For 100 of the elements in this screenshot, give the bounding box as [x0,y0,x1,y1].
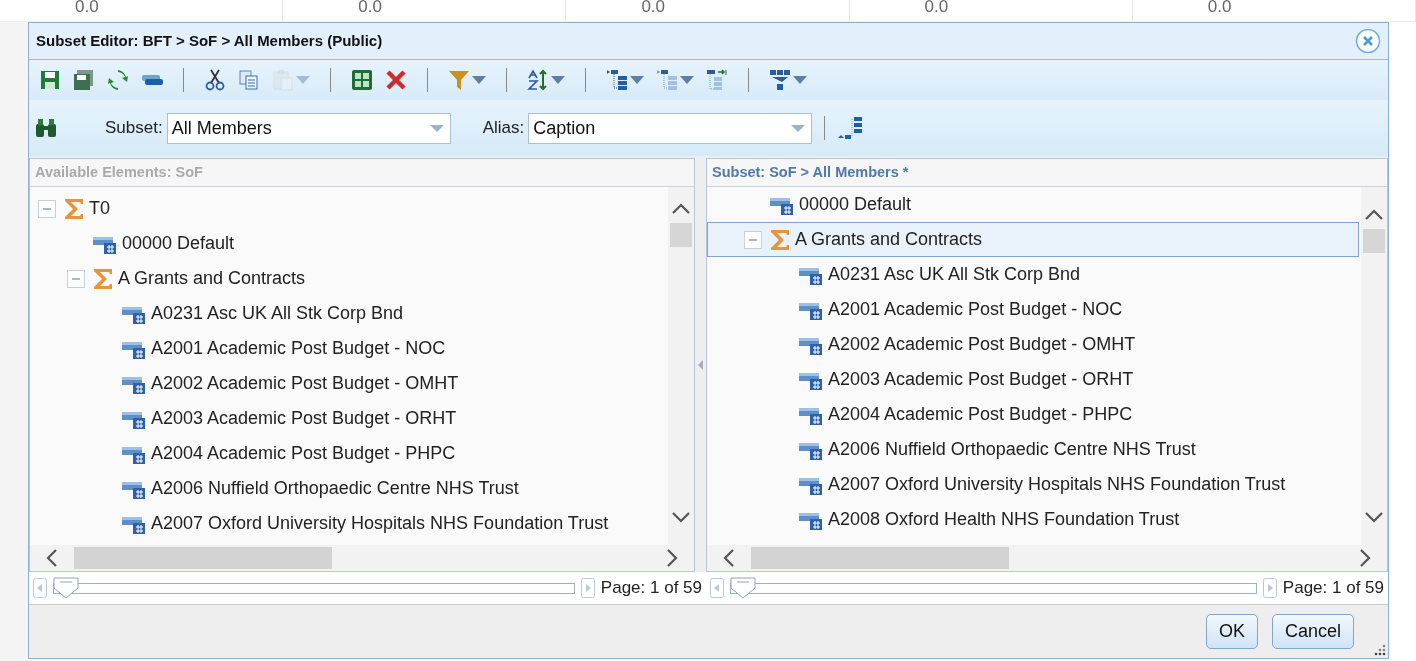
tree-label: A2001 Academic Post Budget - NOC [151,337,446,360]
resize-grip-icon[interactable] [1372,642,1386,656]
tree-row[interactable]: A2007 Oxford University Hospitals NHS Foundation Trust [707,467,1359,502]
tree-label: A0231 Asc UK All Stk Corp Bnd [828,263,1081,286]
tree-label: T0 [89,197,110,220]
caret-icon [472,76,486,84]
chevron-left-icon[interactable] [46,548,58,568]
chevron-down-icon[interactable] [671,511,691,523]
save-icon [39,69,61,91]
cell-value: 0.0 [75,0,99,18]
tree-row[interactable]: A Grants and Contracts [707,222,1359,257]
collapse-icon[interactable] [744,230,762,249]
field-label: Alias: [481,117,525,140]
tree-insert-icon [706,69,728,91]
grid-icon [351,69,373,91]
tree-label: A2008 Oxford Health NHS Foundation Trust [828,508,1180,531]
filter-icon [448,69,470,91]
vertical-scrollbar[interactable] [668,187,694,545]
cell-value: 0.0 [358,0,382,18]
tree-row[interactable]: A0231 Asc UK All Stk Corp Bnd [707,257,1359,292]
previous-page-icon[interactable] [33,578,47,598]
splitter-handle-icon[interactable] [698,360,703,370]
tree-row[interactable]: A0231 Asc UK All Stk Corp Bnd [30,296,666,331]
tree-row[interactable]: A2002 Academic Post Budget - OMHT [707,327,1359,362]
vertical-scrollbar[interactable] [1361,187,1387,545]
tree-row[interactable]: A2006 Nuffield Orthopaedic Centre NHS Trust [707,432,1359,467]
collapse-icon[interactable] [38,199,56,218]
tree-row[interactable]: A Grants and Contracts [30,261,666,296]
tree-row[interactable]: A2001 Academic Post Budget - NOC [707,292,1359,327]
tree-row[interactable]: 00000 Default [30,226,666,261]
tree-row[interactable]: A2004 Academic Post Budget - PHPC [707,397,1359,432]
caret-icon [793,76,807,84]
sigma-icon [63,196,85,221]
page-slider[interactable] [730,576,1257,600]
page-counter: Page: 1 of 59 [600,577,702,600]
tree-row[interactable]: A2008 Oxford Health NHS Foundation Trust [707,502,1359,537]
page-slider[interactable] [53,576,575,600]
chevron-down-icon[interactable] [1364,511,1384,523]
tree-row[interactable]: 00000 Default [707,187,1359,222]
tree-label: 00000 Default [122,232,235,255]
scroll-thumb[interactable] [1363,229,1385,253]
tree-label: 00000 Default [799,193,912,216]
next-page-icon[interactable] [580,578,595,598]
tree-row[interactable]: A2002 Academic Post Budget - OMHT [30,366,666,401]
chevron-right-icon[interactable] [1359,548,1371,568]
window-title: Subset Editor: BFT > SoF > All Members (Public) [36,30,384,51]
tree-expand-icon [606,69,628,91]
copy-icon [238,69,260,91]
field-label: Subset: [105,117,163,140]
sigma-icon [769,227,791,252]
tree-label: A2002 Academic Post Budget - OMHT [828,333,1136,356]
cancel-button[interactable]: Cancel [1271,614,1354,649]
tree-row[interactable]: A2001 Academic Post Budget - NOC [30,331,666,366]
cell-value: 0.0 [924,0,949,18]
previous-page-icon[interactable] [710,578,724,598]
caret-icon [680,76,694,84]
panel-title: Subset: SoF > All Members * [712,162,909,182]
tree-label: A2006 Nuffield Orthopaedic Centre NHS Trust [828,438,1196,461]
scroll-thumb[interactable] [751,547,1009,569]
tree-row[interactable]: A2004 Academic Post Budget - PHPC [30,436,666,471]
tree-row[interactable]: A2003 Academic Post Budget - ORHT [30,401,666,436]
tree-label: A2007 Oxford University Hospitals NHS Foundation Trust [828,473,1286,496]
chevron-up-icon[interactable] [671,203,691,215]
tree-label: A2006 Nuffield Orthopaedic Centre NHS Trust [151,477,519,500]
slider-thumb[interactable] [53,577,79,599]
tree-label: A0231 Asc UK All Stk Corp Bnd [151,302,404,325]
caret-icon [296,76,310,84]
hierarchy-filter-icon [769,69,791,91]
ok-button[interactable]: OK [1205,614,1258,649]
delete-icon [385,69,407,91]
scroll-thumb[interactable] [670,223,692,247]
sort-icon [527,69,549,91]
tree-label: A2003 Academic Post Budget - ORHT [828,368,1134,391]
tree-row[interactable]: T0 [30,191,666,226]
cut-icon [204,69,226,91]
tree-icon[interactable] [837,116,864,140]
panel-title: Available Elements: SoF [35,162,203,182]
tree-row[interactable]: A2007 Oxford University Hospitals NHS Foundation Trust [30,506,666,541]
scroll-thumb[interactable] [74,547,332,569]
tree-label: A2004 Academic Post Budget - PHPC [828,403,1133,426]
collapse-icon[interactable] [67,269,85,288]
dropdown-field[interactable]: Caption [528,112,813,144]
page-counter: Page: 1 of 59 [1282,577,1384,600]
chevron-left-icon[interactable] [723,548,735,568]
next-page-icon[interactable] [1262,578,1277,598]
caret-icon [791,124,806,132]
find-icon[interactable] [35,118,57,138]
cell-value: 0.0 [641,0,666,18]
tree-row[interactable]: A2006 Nuffield Orthopaedic Centre NHS Trust [30,471,666,506]
tree-label: A2003 Academic Post Budget - ORHT [151,407,457,430]
save-as-icon [73,69,95,91]
tree-row[interactable]: A2003 Academic Post Budget - ORHT [707,362,1359,397]
dropdown-field[interactable]: All Members [166,112,451,144]
cell-value: 0.0 [1207,0,1232,18]
refresh-icon [107,69,129,91]
caret-icon [551,76,565,84]
chevron-up-icon[interactable] [1364,209,1384,221]
slider-thumb[interactable] [730,577,756,599]
chevron-right-icon[interactable] [666,548,678,568]
close-icon[interactable] [1355,28,1381,54]
